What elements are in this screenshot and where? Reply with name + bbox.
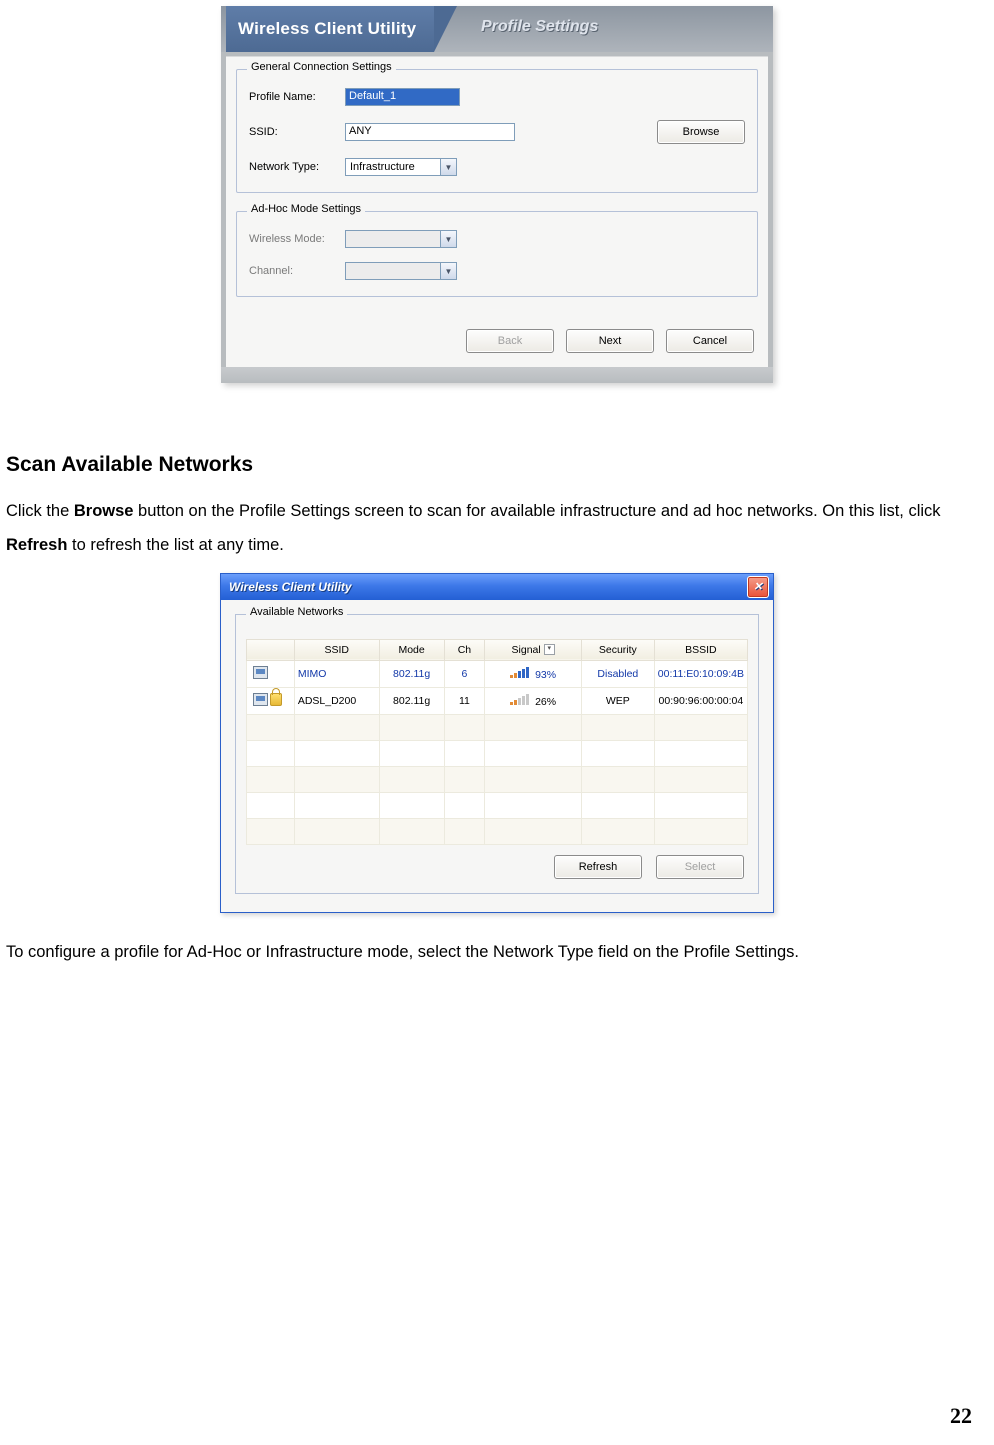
browse-button[interactable]: Browse [657, 120, 745, 144]
signal-low-icon [510, 694, 532, 705]
group-legend: General Connection Settings [247, 61, 396, 73]
table-row[interactable]: ADSL_D200 802.11g 11 26% WEP 00:90:96:00… [247, 687, 748, 714]
cell-ch: 6 [444, 660, 485, 687]
channel-select: ▼ [345, 262, 457, 280]
dialog-titlebar: Wireless Client Utility ✕ [221, 574, 773, 600]
chevron-down-icon: ▼ [440, 231, 456, 247]
cell-mode: 802.11g [379, 687, 444, 714]
general-connection-settings-group: General Connection Settings Profile Name… [236, 69, 758, 193]
sort-desc-icon: ▾ [544, 644, 555, 655]
column-header-ssid[interactable]: SSID [294, 639, 379, 660]
column-header-mode[interactable]: Mode [379, 639, 444, 660]
section-paragraph-2: To configure a profile for Ad-Hoc or Inf… [6, 941, 988, 963]
chevron-down-icon: ▼ [440, 263, 456, 279]
profile-settings-dialog: Wireless Client Utility Profile Settings… [221, 6, 773, 383]
table-row [247, 740, 748, 766]
next-button[interactable]: Next [566, 329, 654, 353]
column-header-signal[interactable]: Signal▾ [485, 639, 582, 660]
network-icon [253, 693, 268, 706]
table-row[interactable]: MIMO 802.11g 6 93% Disabled 00:11:E0:10:… [247, 660, 748, 687]
cell-ssid: ADSL_D200 [294, 687, 379, 714]
close-button[interactable]: ✕ [747, 576, 769, 598]
app-title: Wireless Client Utility [238, 19, 416, 39]
app-title-tab: Wireless Client Utility [226, 6, 434, 52]
lock-icon [270, 693, 282, 706]
network-type-value: Infrastructure [350, 161, 415, 173]
cell-security: WEP [581, 687, 654, 714]
cell-signal: 93% [485, 660, 582, 687]
cell-bssid: 00:11:E0:10:09:4B [654, 660, 747, 687]
dialog-title: Profile Settings [481, 18, 598, 36]
table-row [247, 714, 748, 740]
available-networks-group: Available Networks SSID Mode Ch Signal▾ … [235, 614, 759, 894]
dialog-title: Wireless Client Utility [229, 580, 352, 594]
chevron-down-icon: ▼ [440, 159, 456, 175]
ssid-label: SSID: [249, 126, 345, 138]
cell-mode: 802.11g [379, 660, 444, 687]
dialog-header: Wireless Client Utility Profile Settings [221, 6, 773, 52]
back-button: Back [466, 329, 554, 353]
section-heading: Scan Available Networks [6, 453, 988, 477]
select-button: Select [656, 855, 744, 879]
profile-name-input[interactable]: Default_1 [345, 88, 460, 106]
channel-label: Channel: [249, 265, 345, 277]
close-icon: ✕ [753, 580, 762, 593]
wireless-mode-label: Wireless Mode: [249, 233, 345, 245]
cancel-button[interactable]: Cancel [666, 329, 754, 353]
cell-signal: 26% [485, 687, 582, 714]
column-header-ch[interactable]: Ch [444, 639, 485, 660]
group-legend: Available Networks [246, 606, 347, 618]
available-networks-dialog: Wireless Client Utility ✕ Available Netw… [220, 573, 774, 913]
adhoc-mode-settings-group: Ad-Hoc Mode Settings Wireless Mode: ▼ Ch… [236, 211, 758, 297]
wireless-mode-select: ▼ [345, 230, 457, 248]
group-legend: Ad-Hoc Mode Settings [247, 203, 365, 215]
signal-high-icon [510, 667, 532, 678]
networks-table: SSID Mode Ch Signal▾ Security BSSID MIMO [246, 639, 748, 845]
table-row [247, 792, 748, 818]
table-row [247, 766, 748, 792]
page-number: 22 [950, 1403, 972, 1429]
table-header-row: SSID Mode Ch Signal▾ Security BSSID [247, 639, 748, 660]
column-header-bssid[interactable]: BSSID [654, 639, 747, 660]
ssid-input[interactable]: ANY [345, 123, 515, 141]
section-paragraph-1: Click the Browse button on the Profile S… [6, 495, 988, 563]
cell-bssid: 00:90:96:00:00:04 [654, 687, 747, 714]
network-icon [253, 666, 268, 679]
column-header-icon[interactable] [247, 639, 295, 660]
profile-name-label: Profile Name: [249, 91, 345, 103]
column-header-security[interactable]: Security [581, 639, 654, 660]
table-row [247, 818, 748, 844]
refresh-button[interactable]: Refresh [554, 855, 642, 879]
cell-ch: 11 [444, 687, 485, 714]
cell-ssid: MIMO [294, 660, 379, 687]
network-type-select[interactable]: Infrastructure ▼ [345, 158, 457, 176]
cell-security: Disabled [581, 660, 654, 687]
network-type-label: Network Type: [249, 161, 345, 173]
